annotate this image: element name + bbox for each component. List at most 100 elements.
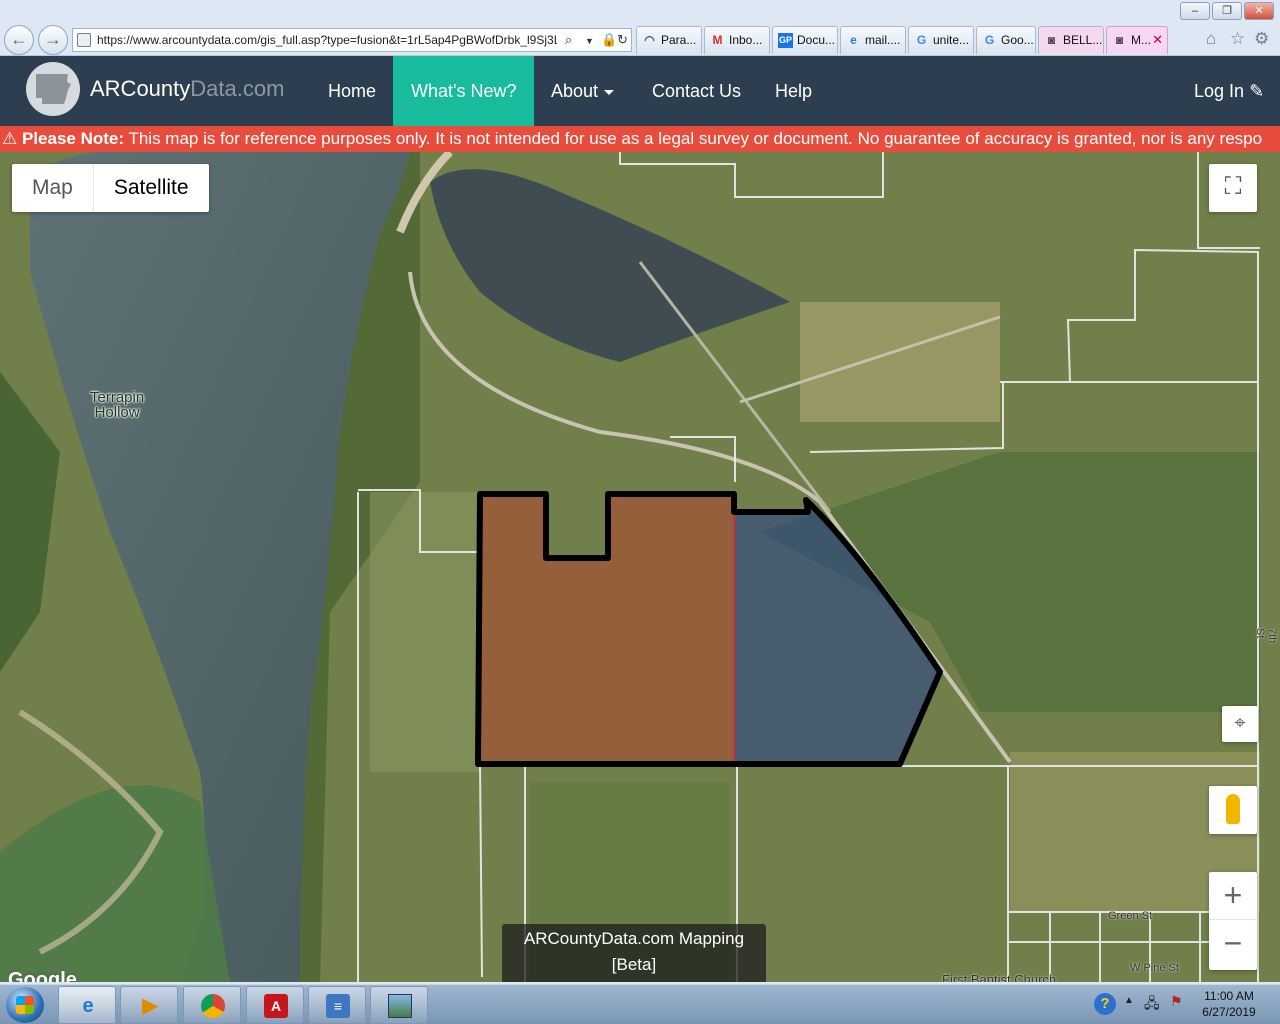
banner-line-2: [Beta] — [611, 955, 657, 974]
google-icon: G — [916, 33, 927, 47]
start-button[interactable] — [6, 987, 44, 1023]
ie-icon: e — [850, 33, 857, 47]
close-tab-icon[interactable]: ✕ — [1152, 32, 1163, 48]
forward-arrow-icon: → — [44, 29, 62, 49]
dropdown-icon[interactable]: ▼ — [585, 36, 594, 46]
fullscreen-icon: ⛶ — [1224, 173, 1242, 200]
site-logo-text[interactable]: ARCountyData.com — [90, 76, 284, 102]
back-button[interactable]: ← — [4, 25, 34, 55]
taskbar-clock[interactable]: 11:00 AM 6/27/2019 — [1196, 988, 1262, 1020]
gear-icon[interactable]: ⚙ — [1254, 29, 1269, 49]
street-label-green: Green St — [1108, 910, 1153, 922]
nav-about[interactable]: About — [533, 56, 632, 126]
taskbar-chrome[interactable] — [183, 986, 241, 1024]
help-icon[interactable]: ? — [1094, 993, 1116, 1015]
app-icon: ◙ — [1115, 33, 1124, 47]
nav-home[interactable]: Home — [310, 56, 394, 126]
satellite-imagery — [0, 152, 1280, 982]
map-type-map-button[interactable]: Map — [12, 164, 93, 212]
tab-label: Goo... — [1001, 33, 1034, 47]
browser-toolbar: ← → https://www.arcountydata.com/gis_ful… — [0, 22, 1280, 56]
street-label-7th: 7th St — [1254, 628, 1278, 644]
photos-icon — [388, 994, 412, 1018]
taskbar-acrobat[interactable]: A — [246, 986, 304, 1024]
clock-time: 11:00 AM — [1204, 989, 1254, 1003]
map-type-control: Map Satellite — [12, 164, 209, 212]
logo-dim-text: Data.com — [190, 76, 285, 101]
nav-contact[interactable]: Contact Us — [634, 56, 759, 126]
tab-label: unite... — [933, 33, 970, 47]
forward-button[interactable]: → — [38, 25, 68, 55]
tab-label: Para... — [661, 33, 697, 47]
show-hidden-icons-icon[interactable]: ▲ — [1124, 995, 1134, 1006]
minimize-button[interactable]: – — [1180, 2, 1210, 20]
tab-label: BELL... — [1063, 33, 1103, 47]
ie-icon: e — [82, 995, 94, 1017]
site-navbar: ARCountyData.com Home What's New? About … — [0, 56, 1280, 126]
street-label-w-pine: W Pine St — [1130, 962, 1179, 974]
browser-tab-7[interactable]: ◙ BELL... — [1038, 26, 1104, 54]
browser-tab-1[interactable]: ◠ Para... — [636, 26, 702, 54]
site-favicon-icon — [77, 33, 91, 47]
tab-label: mail.... — [865, 33, 901, 47]
map-type-satellite-button[interactable]: Satellite — [92, 164, 209, 212]
browser-tab-2[interactable]: M Inbo... — [704, 26, 770, 54]
disclaimer-banner: ⚠ Please Note: This map is for reference… — [0, 126, 1280, 152]
address-bar[interactable]: https://www.arcountydata.com/gis_full.as… — [72, 28, 632, 52]
maximize-button[interactable]: ❐ — [1212, 2, 1242, 20]
taskbar-photos[interactable] — [370, 986, 428, 1024]
media-player-icon: ▶ — [142, 995, 158, 1017]
google-icon: G — [984, 33, 995, 47]
action-center-icon[interactable]: ⚑ — [1170, 993, 1183, 1010]
banner-line-1: ARCountyData.com Mapping — [523, 929, 745, 948]
label-line: Terrapin — [90, 389, 145, 406]
taskbar-media-player[interactable]: ▶ — [120, 986, 178, 1024]
search-icon[interactable]: ⌕ — [565, 32, 572, 48]
nav-login-label: Log In — [1194, 81, 1245, 101]
close-window-button[interactable]: ✕ — [1244, 2, 1274, 20]
window-titlebar: – ❐ ✕ — [0, 0, 1280, 22]
favorites-star-icon[interactable]: ☆ — [1230, 29, 1245, 49]
place-label-terrapin-hollow: Terrapin Hollow — [90, 390, 144, 420]
chrome-icon — [201, 994, 225, 1018]
zoom-out-button[interactable]: − — [1209, 920, 1257, 968]
taskbar-ie[interactable]: e — [58, 986, 116, 1024]
browser-tab-3[interactable]: GP Docu... — [772, 26, 838, 54]
logo-main-text: ARCounty — [90, 76, 191, 101]
tab-label: Inbo... — [729, 33, 763, 47]
fullscreen-button[interactable]: ⛶ — [1209, 164, 1257, 212]
back-arrow-icon: ← — [10, 29, 28, 49]
browser-tab-4[interactable]: e mail.... — [840, 26, 906, 54]
poi-label-church: First Baptist Church — [942, 972, 1057, 982]
app-icon: ◙ — [1047, 33, 1056, 47]
docu-icon: GP — [778, 33, 793, 48]
zoom-in-button[interactable]: + — [1209, 872, 1257, 920]
my-location-button[interactable]: ⌖ — [1222, 706, 1258, 742]
clock-date: 6/27/2019 — [1202, 1005, 1256, 1019]
notice-bold: Please Note: — [21, 129, 125, 148]
nav-whats-new[interactable]: What's New? — [393, 56, 535, 126]
caret-down-icon — [604, 89, 615, 95]
home-icon[interactable]: ⌂ — [1206, 29, 1216, 49]
tab-label: Docu... — [797, 33, 836, 47]
app-icon: ◠ — [644, 33, 655, 47]
windows-taskbar: e ▶ A ≡ ? ▲ 🖧 ⚑ 11:00 AM 6/27/2019 — [0, 984, 1280, 1024]
map-canvas[interactable]: Map Satellite ⛶ ⌖ + − Terrapin Hollow Gre… — [0, 152, 1280, 982]
mapping-beta-banner: ARCountyData.com Mapping [Beta] — [502, 924, 766, 982]
street-view-pegman[interactable] — [1209, 786, 1257, 834]
notice-text: This map is for reference purposes only.… — [124, 129, 1263, 148]
browser-tab-6[interactable]: G Goo... — [976, 26, 1036, 54]
network-icon[interactable]: 🖧 — [1144, 993, 1160, 1017]
zoom-control: + − — [1209, 872, 1257, 970]
google-attribution-logo: Google — [8, 969, 77, 982]
tab-label: M... — [1131, 33, 1151, 47]
browser-tab-8-active[interactable]: ◙ M... ✕ — [1106, 26, 1168, 54]
nav-login[interactable]: Log In ✎ — [1176, 56, 1280, 126]
taskbar-app[interactable]: ≡ — [308, 986, 366, 1024]
plug-icon: ✎ — [1249, 81, 1265, 101]
crosshair-icon: ⌖ — [1234, 712, 1246, 734]
nav-help[interactable]: Help — [757, 56, 830, 126]
refresh-icon[interactable]: ↻ — [617, 32, 628, 48]
browser-tab-5[interactable]: G unite... — [908, 26, 974, 54]
warning-icon: ⚠ — [2, 129, 18, 148]
